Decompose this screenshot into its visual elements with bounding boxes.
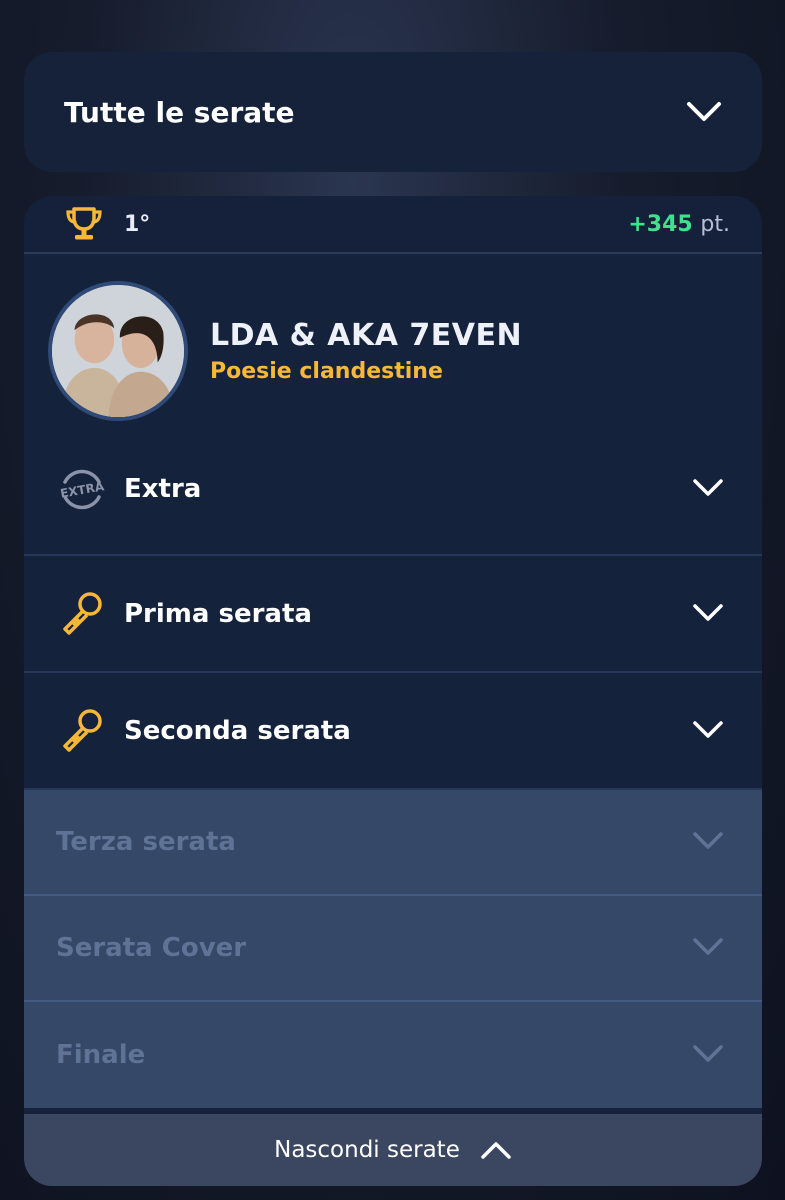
microphone-icon xyxy=(56,705,108,757)
section-label: Serata Cover xyxy=(56,933,247,963)
section-label: Extra xyxy=(124,474,202,504)
locked-sections: Terza serata Serata Cover Finale xyxy=(24,790,762,1108)
rank-position: 1° xyxy=(124,211,151,237)
artist-row: LDA & AKA 7EVEN Poesie clandestine xyxy=(24,254,762,424)
section-label: Prima serata xyxy=(124,598,312,629)
chevron-down-icon[interactable] xyxy=(686,94,722,130)
points-unit: pt. xyxy=(700,211,730,237)
section-label: Finale xyxy=(56,1040,146,1070)
hide-evenings-button[interactable]: Nascondi serate xyxy=(24,1114,762,1186)
hide-evenings-label: Nascondi serate xyxy=(274,1137,460,1163)
chevron-down-icon[interactable] xyxy=(690,471,726,507)
points-value: +345 xyxy=(628,211,693,237)
section-seconda-serata[interactable]: Seconda serata xyxy=(24,673,762,790)
section-label: Terza serata xyxy=(56,827,236,857)
section-prima-serata[interactable]: Prima serata xyxy=(24,556,762,673)
chevron-down-icon[interactable] xyxy=(690,713,726,749)
evening-filter-dropdown[interactable]: Tutte le serate xyxy=(24,52,762,172)
chevron-down-icon xyxy=(690,930,726,966)
microphone-icon xyxy=(56,588,108,640)
ranking-row: 1° +345 pt. xyxy=(24,196,762,254)
chevron-down-icon xyxy=(690,824,726,860)
artist-score-card: 1° +345 pt. LDA & AKA 7EVEN Poesie cland… xyxy=(24,196,762,1186)
artist-name: LDA & AKA 7EVEN xyxy=(210,318,523,353)
section-extra[interactable]: EXTRA Extra xyxy=(24,424,762,556)
section-serata-cover: Serata Cover xyxy=(24,896,762,1002)
filter-label: Tutte le serate xyxy=(64,95,295,129)
extra-badge-icon: EXTRA xyxy=(56,463,108,515)
song-title: Poesie clandestine xyxy=(210,359,443,384)
points-badge: +345 pt. xyxy=(628,212,730,237)
artist-avatar xyxy=(48,281,188,421)
section-terza-serata: Terza serata xyxy=(24,790,762,896)
chevron-up-icon xyxy=(480,1140,512,1160)
chevron-down-icon xyxy=(690,1037,726,1073)
trophy-icon xyxy=(64,206,104,242)
chevron-down-icon[interactable] xyxy=(690,596,726,632)
section-finale: Finale xyxy=(24,1002,762,1108)
section-label: Seconda serata xyxy=(124,715,351,746)
